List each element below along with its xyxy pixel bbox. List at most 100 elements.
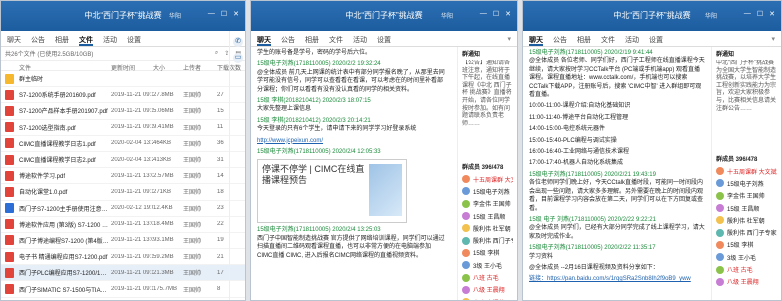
tab-notice[interactable]: 公告 [31, 35, 45, 46]
minimize-icon[interactable]: — [744, 10, 751, 18]
file-row[interactable]: S7-1200系统手册201609.pdf 2019-11-21 09:11 2… [1, 87, 245, 104]
file-name[interactable]: CIMC直播课程教学日志2.pdf [19, 155, 111, 164]
member-item[interactable]: 八级 王晨翔 [462, 284, 513, 296]
message-sender[interactable]: 15级电子刘燕(1718110005) 2020/2/4 12:05:33 [257, 148, 445, 156]
member-item[interactable]: 李金伟 王国帅 [462, 198, 513, 210]
tab-files[interactable]: 文件 [329, 35, 343, 46]
file-name[interactable]: 西门子博途编程S7-1200 (第4版) S7-1200PLC.pdf [19, 236, 111, 245]
message-sender[interactable]: 15级 电子 刘燕(1718110005) 2020/2/22 9:22:21 [529, 216, 705, 224]
member-item[interactable]: 殷利伟 西门子专家 [462, 234, 513, 246]
member-item[interactable]: 15级电子刘燕 [462, 185, 513, 197]
tab-settings[interactable]: 设置 [377, 35, 391, 46]
message-sender[interactable]: 15级电子刘燕(1718110005) 2020/2/21 19:43:19 [529, 171, 705, 179]
file-row[interactable]: 群主临时 [1, 71, 245, 88]
member-item[interactable]: 15级 李棋 [462, 247, 513, 259]
file-name[interactable]: S7-1200产品样本手册201907.pdf [19, 106, 111, 115]
tab-files[interactable]: 文件 [79, 35, 93, 46]
share-card[interactable]: 停课不停学 | CIMC在线直播课程预告 [257, 159, 407, 224]
member-item[interactable]: 十五周课群 大文斌 [716, 165, 777, 177]
member-item[interactable]: 3级 王小毛 [716, 251, 777, 263]
member-name: 殷利伟 杜军朝 [727, 218, 765, 225]
tab-album[interactable]: 相册 [577, 35, 591, 46]
message-link[interactable]: 链接：https://pan.baidu.com/s/1rqgSRa2Snb8I… [529, 275, 705, 283]
file-row[interactable]: 西门子SIMATIC S7-1500与TIA博途软件使用.pdf 2019-11… [1, 281, 245, 298]
file-time: 2019-11-21 09:11 [111, 253, 153, 260]
minimize-icon[interactable]: — [480, 10, 487, 18]
close-icon[interactable]: ✕ [769, 10, 775, 18]
maximize-icon[interactable]: ☐ [221, 10, 227, 18]
tab-activity[interactable]: 活动 [103, 35, 117, 46]
member-item[interactable]: 八班 古毛 [716, 263, 777, 275]
file-row[interactable]: S7-1200产品样本手册201907.pdf 2019-11-21 09:14… [1, 103, 245, 120]
message-sender[interactable]: 15级 李棋(2018210412) 2020/2/3 20:14:21 [257, 117, 445, 125]
message-sender[interactable]: 15级 李棋(2018210412) 2020/2/3 18:07:15 [257, 97, 445, 105]
message-sender[interactable]: 15级电子刘燕(1718110005) 2020/2/22 11:35:17 [529, 244, 705, 252]
close-icon[interactable]: ✕ [233, 10, 239, 18]
tab-activity[interactable]: 活动 [625, 35, 639, 46]
file-name[interactable]: S7-1200系统手册201609.pdf [19, 90, 111, 99]
file-name[interactable]: 博途软件学习.pdf [19, 171, 111, 180]
tab-chat[interactable]: 聊天 [257, 35, 271, 46]
header-size[interactable]: 大小 [153, 63, 183, 72]
screen-share-icon[interactable]: ▭ [233, 53, 243, 63]
more-icon[interactable]: ▾ [507, 35, 511, 46]
member-item[interactable]: 大班 东门花 [462, 296, 513, 300]
member-item[interactable]: 15级 王昌顺 [716, 202, 777, 214]
member-item[interactable]: 15级 王昌顺 [462, 210, 513, 222]
file-row[interactable]: 电子书 精通编程应用S7-1200.pdf 2019-11-21 09:11 5… [1, 249, 245, 266]
member-item[interactable]: 15级电子刘燕 [716, 177, 777, 189]
tab-settings[interactable]: 设置 [127, 35, 141, 46]
file-row[interactable]: 博途软件应用 (第3版) S7-1200 从入门到精通 (AD) 2019-11… [1, 217, 245, 233]
phone-icon[interactable]: ✆ [233, 37, 243, 47]
file-row[interactable]: 西门子S7-1200主手册使用注意事项.docx 2020-02-12 19:0… [1, 201, 245, 217]
tab-chat[interactable]: 聊天 [7, 35, 21, 46]
file-row[interactable]: CIMC直播课程教学日志1.pdf 2020-02-04 13:24 464KB… [1, 136, 245, 152]
message-sender[interactable]: 15级电子刘燕(1718110005) 2020/2/19 9:41:44 [529, 49, 705, 57]
file-size: 464KB [153, 140, 172, 147]
member-item[interactable]: 八级 王晨翔 [716, 276, 777, 288]
member-item[interactable]: 八班 古毛 [462, 271, 513, 283]
tab-activity[interactable]: 活动 [353, 35, 367, 46]
file-row[interactable]: 博途软件学习.pdf 2019-11-21 13:07 2.57MB 王国帅 1… [1, 168, 245, 185]
member-item[interactable]: 殷利伟 西门子专家 [716, 226, 777, 238]
maximize-icon[interactable]: ☐ [493, 10, 499, 18]
tab-notice[interactable]: 公告 [553, 35, 567, 46]
file-row[interactable]: 西门子博途编程S7-1200 (第4版) S7-1200PLC.pdf 2019… [1, 233, 245, 250]
file-row[interactable]: 自动化课堂1.0.pdf 2019-11-21 09:14 271KB 王国帅 … [1, 184, 245, 201]
file-row[interactable]: S7-1200选型指南.pdf 2019-11-21 09:15 9.41MB … [1, 120, 245, 136]
message-sender[interactable]: 15级电子刘燕(1718110005) 2020/2/4 13:25:03 [257, 226, 445, 234]
header-uploader[interactable]: 上传者 [183, 63, 217, 72]
minimize-icon[interactable]: — [208, 10, 215, 18]
tab-settings[interactable]: 设置 [649, 35, 663, 46]
header-time[interactable]: 更新时间 [111, 63, 153, 72]
file-row[interactable]: 西门子PLC编程应用S7-1200/1500PLC程序调试与调试.pdf 201… [1, 265, 245, 282]
file-name[interactable]: S7-1200选型指南.pdf [19, 123, 111, 132]
search-icon[interactable]: ⌕ [215, 50, 218, 57]
file-name[interactable]: 西门子PLC编程应用S7-1200/1500PLC程序调试与调试.pdf [19, 268, 111, 277]
maximize-icon[interactable]: ☐ [757, 10, 763, 18]
tab-files[interactable]: 文件 [601, 35, 615, 46]
close-icon[interactable]: ✕ [505, 10, 511, 18]
member-item[interactable]: 3级 王小毛 [462, 259, 513, 271]
tab-chat[interactable]: 聊天 [529, 35, 543, 46]
file-name[interactable]: 群主临时 [19, 74, 111, 83]
file-name[interactable]: 博途软件应用 (第3版) S7-1200 从入门到精通 (AD) [19, 220, 111, 229]
file-name[interactable]: CIMC直播课程教学日志1.pdf [19, 139, 111, 148]
file-name[interactable]: 西门子SIMATIC S7-1500与TIA博途软件使用.pdf [19, 285, 111, 294]
file-name[interactable]: 西门子S7-1200主手册使用注意事项.docx [19, 204, 111, 213]
tab-album[interactable]: 相册 [55, 35, 69, 46]
tab-album[interactable]: 相册 [305, 35, 319, 46]
member-item[interactable]: 殷利伟 杜军朝 [462, 222, 513, 234]
header-file[interactable]: 文件 [5, 63, 111, 72]
member-item[interactable]: 殷利伟 杜军朝 [716, 214, 777, 226]
member-item[interactable]: 十五周课群 大文斌 [462, 173, 513, 185]
file-name[interactable]: 电子书 精通编程应用S7-1200.pdf [19, 252, 111, 261]
tab-notice[interactable]: 公告 [281, 35, 295, 46]
member-item[interactable]: 15级 李棋 [716, 239, 777, 251]
message-sender[interactable]: 15级电子刘燕(1718110005) 2020/2/2 19:32:24 [257, 60, 445, 68]
more-icon[interactable]: ▾ [771, 35, 775, 46]
message-link[interactable]: http://www.jcpeixun.com/ [257, 137, 445, 145]
file-name[interactable]: 自动化课堂1.0.pdf [19, 187, 111, 196]
member-item[interactable]: 李金伟 王国帅 [716, 190, 777, 202]
file-row[interactable]: CIMC直播课程教学日志2.pdf 2020-02-04 13:24 413KB… [1, 152, 245, 169]
